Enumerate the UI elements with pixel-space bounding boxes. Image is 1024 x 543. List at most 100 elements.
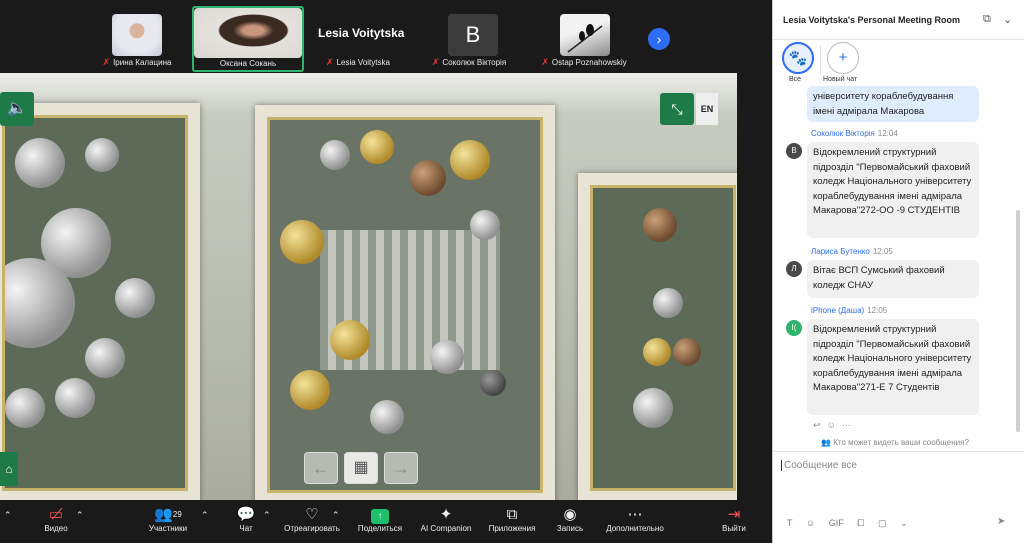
chat-message: Відокремлений структурний підрозділ "Пер… [807, 319, 979, 415]
participant-name: Lesia Voitytska [336, 58, 390, 67]
reply-icon[interactable]: ↩ [813, 420, 827, 430]
chat-options-caret[interactable]: ⌃ [263, 510, 271, 521]
record-button[interactable]: ◉ Запись [550, 506, 590, 533]
emoji-icon[interactable]: ☺ [806, 518, 815, 528]
mic-muted-icon: ✗ [541, 57, 549, 67]
apps-label: Приложения [488, 524, 536, 533]
message-time: 12:05 [867, 306, 888, 315]
share-label: Поделиться [357, 524, 403, 533]
participant-tile-active[interactable]: Оксана Сокань [192, 6, 304, 72]
message-sender: iPhone (Даша) 12:05 [811, 306, 888, 315]
participant-video [112, 14, 162, 56]
shared-screen [0, 73, 737, 500]
zoom-meeting-window: ✗ Ірина Калацина Оксана Сокань Lesia Voit… [0, 0, 1024, 543]
participant-tile[interactable]: B ✗ Соколюк Вікторія [414, 8, 524, 70]
send-icon[interactable]: ➤ [997, 516, 1013, 530]
mic-muted-icon: ✗ [326, 57, 334, 67]
language-button[interactable]: EN [696, 93, 718, 125]
chat-button[interactable]: 💬 Чат [232, 506, 260, 533]
all-chat-label: Все [789, 76, 802, 83]
video-off-icon: ▭̸ [48, 506, 64, 523]
apps-icon: ⧉ [506, 506, 518, 523]
share-icon: ↑ [371, 509, 389, 524]
share-button[interactable]: ↑ Поделиться [352, 506, 408, 533]
prev-arrow-button[interactable]: ← [304, 452, 338, 484]
mic-muted-icon: ✗ [102, 57, 111, 67]
sparkle-icon: ✦ [439, 506, 453, 523]
display-case-right [578, 173, 737, 500]
message-sender: Лариса Бутенко 12:05 [811, 247, 893, 256]
participant-name: Ірина Калацина [113, 58, 172, 67]
collapse-icon[interactable]: ⤡ [660, 93, 694, 125]
input-toolbar: T ☺ GIF ⧠ ▢ ⌄ [787, 518, 919, 529]
participant-tile[interactable]: Lesia Voitytska ✗ Lesia Voitytska [306, 8, 410, 70]
participant-avatar: B [448, 14, 498, 56]
participant-avatar [560, 14, 610, 56]
screenshot-icon[interactable]: ⧠ [857, 518, 864, 528]
popout-icon[interactable]: ⧉ [983, 13, 991, 26]
chat-options-icon[interactable]: ⌄ [1003, 13, 1012, 26]
participants-options-caret[interactable]: ⌃ [201, 510, 209, 521]
participant-name: Соколюк Вікторія [442, 58, 507, 67]
bird-icon [567, 24, 603, 53]
more-actions-icon[interactable]: ⋯ [842, 420, 857, 430]
chat-messages: університету кораблебудування імені адмі… [773, 86, 1024, 436]
emoji-react-icon[interactable]: ☺ [827, 420, 842, 430]
plus-icon: + [838, 49, 848, 66]
participant-name: Ostap Poznahowskiy [551, 58, 627, 67]
chat-panel: Lesia Voitytska's Personal Meeting Room … [772, 0, 1024, 543]
chat-message: Відокремлений структурний підрозділ "Пер… [807, 142, 979, 238]
apps-button[interactable]: ⧉ Приложения [482, 506, 542, 533]
chat-input[interactable]: Сообщение все T ☺ GIF ⧠ ▢ ⌄ ➤ [773, 451, 1024, 543]
meeting-toolbar: ⌃ ▭̸ Видео ⌃ 👥29 Участники ⌃ 💬 Чат ⌃ ♡ О… [0, 500, 772, 543]
participant-tile[interactable]: ✗ Ірина Калацина [84, 8, 190, 70]
next-page-button[interactable]: › [648, 28, 670, 50]
building-icon[interactable]: ⌂ [0, 452, 18, 486]
record-label: Запись [556, 524, 584, 533]
active-speaker-name: Lesia Voitytska [318, 26, 405, 40]
format-text-icon[interactable]: T [787, 518, 793, 528]
chat-message: Вітає ВСП Сумський фаховий коледж СНАУ [807, 260, 979, 298]
next-arrow-button[interactable]: → [384, 452, 418, 484]
more-label: Дополнительно [606, 524, 664, 533]
video-label: Видео [44, 524, 68, 533]
leave-button[interactable]: ⇥ Выйти [716, 506, 752, 533]
speaker-mute-icon[interactable]: 🔈 [0, 92, 34, 126]
chat-scrollbar[interactable] [1016, 210, 1020, 432]
chat-label: Чат [239, 524, 253, 533]
mic-muted-icon: ✗ [431, 57, 440, 67]
message-input[interactable]: Сообщение все [781, 460, 857, 471]
video-options-caret[interactable]: ⌃ [76, 510, 84, 521]
participant-name: Оксана Сокань [219, 59, 277, 68]
display-case-center [255, 105, 555, 500]
audio-options-caret[interactable]: ⌃ [4, 510, 12, 521]
avatar: В [786, 143, 802, 159]
new-chat-chip[interactable]: + [827, 42, 859, 74]
people-icon: 👥 [821, 438, 834, 447]
who-can-see-link[interactable]: 👥 Кто может видеть ваши сообщения? [821, 438, 969, 447]
chat-title: Lesia Voitytska's Personal Meeting Room [783, 15, 961, 25]
leave-label: Выйти [722, 524, 746, 533]
avatar: I( [786, 320, 802, 336]
react-options-caret[interactable]: ⌃ [332, 510, 340, 521]
ai-companion-label: AI Companion [420, 524, 472, 533]
participants-button[interactable]: 👥29 Участники [140, 506, 196, 533]
new-chat-label: Новый чат [823, 76, 858, 83]
gif-icon[interactable]: GIF [829, 518, 844, 528]
chat-icon: 💬 [236, 506, 256, 523]
participant-tile[interactable]: ✗ Ostap Poznahowskiy [528, 8, 640, 70]
more-input-icon[interactable]: ⌄ [900, 518, 908, 528]
file-icon[interactable]: ▢ [878, 518, 887, 528]
grid-view-button[interactable]: ▦ [344, 452, 378, 484]
more-icon: ⋯ [627, 506, 643, 523]
message-actions[interactable]: ↩☺⋯ [813, 420, 857, 431]
participant-strip: ✗ Ірина Калацина Оксана Сокань Lesia Voit… [0, 0, 772, 72]
all-chat-chip[interactable]: 🐾 [782, 42, 814, 74]
more-button[interactable]: ⋯ Дополнительно [600, 506, 670, 533]
ai-companion-button[interactable]: ✦ AI Companion [414, 506, 478, 533]
video-button[interactable]: ▭̸ Видео [38, 506, 74, 533]
participant-video [194, 8, 302, 58]
message-time: 12:04 [877, 129, 898, 138]
paw-icon: 🐾 [788, 50, 808, 67]
message-time: 12:05 [872, 247, 893, 256]
